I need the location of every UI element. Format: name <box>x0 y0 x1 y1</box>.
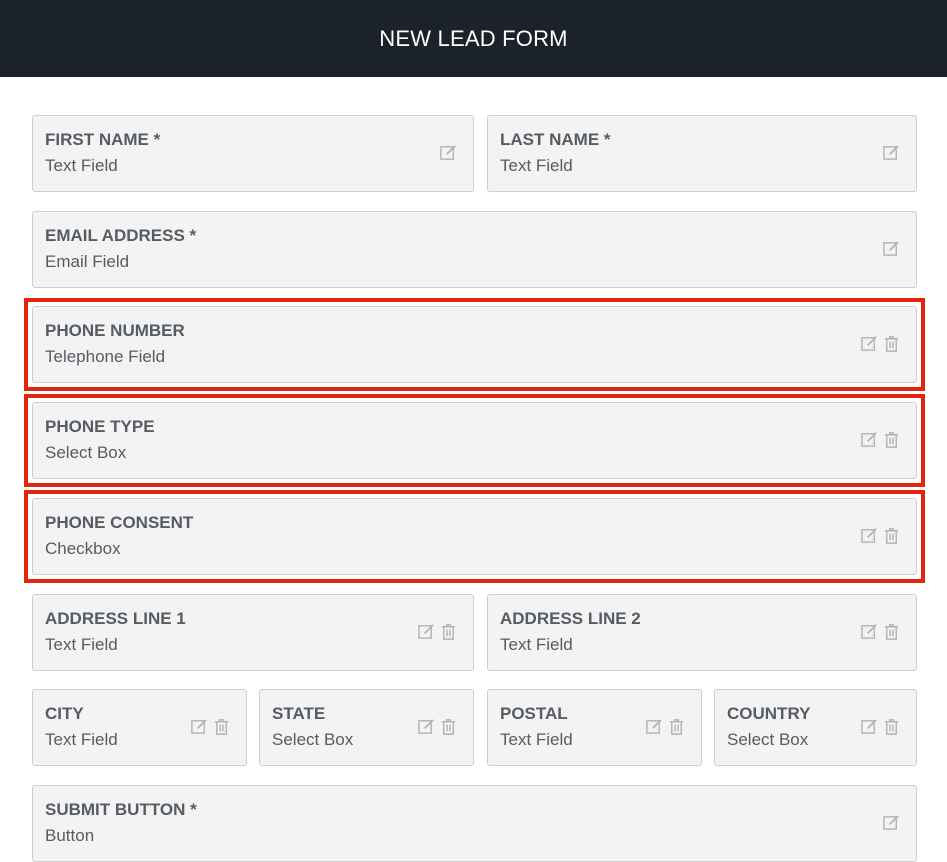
edit-icon[interactable] <box>860 334 879 353</box>
field-type: Checkbox <box>45 539 121 558</box>
edit-icon[interactable] <box>417 622 436 641</box>
field-label: ADDRESS LINE 1 <box>45 609 186 628</box>
field-type: Text Field <box>500 156 573 175</box>
edit-icon[interactable] <box>882 239 901 258</box>
field-type: Text Field <box>45 635 118 654</box>
field-label: POSTAL <box>500 704 568 723</box>
field-submit-button[interactable]: SUBMIT BUTTON * Button <box>32 785 917 862</box>
trash-icon[interactable] <box>439 717 458 736</box>
field-type: Text Field <box>500 635 573 654</box>
field-address-line-2[interactable]: ADDRESS LINE 2 Text Field <box>487 594 917 671</box>
form-header: NEW LEAD FORM <box>0 0 947 77</box>
edit-icon[interactable] <box>645 717 664 736</box>
field-phone-consent[interactable]: PHONE CONSENT Checkbox <box>32 498 917 575</box>
field-state[interactable]: STATE Select Box <box>259 689 474 766</box>
edit-icon[interactable] <box>190 717 209 736</box>
field-label: CITY <box>45 704 84 723</box>
field-last-name[interactable]: LAST NAME * Text Field <box>487 115 917 192</box>
field-label: PHONE CONSENT <box>45 513 194 532</box>
field-type: Text Field <box>45 730 118 749</box>
field-type: Email Field <box>45 252 130 271</box>
edit-icon[interactable] <box>882 813 901 832</box>
field-label: COUNTRY <box>727 704 811 723</box>
field-label: FIRST NAME * <box>45 130 161 149</box>
trash-icon[interactable] <box>882 717 901 736</box>
field-label: LAST NAME * <box>500 130 611 149</box>
trash-icon[interactable] <box>882 430 901 449</box>
field-email-address[interactable]: EMAIL ADDRESS * Email Field <box>32 211 917 288</box>
trash-icon[interactable] <box>882 622 901 641</box>
edit-icon[interactable] <box>860 622 879 641</box>
trash-icon[interactable] <box>667 717 686 736</box>
trash-icon[interactable] <box>882 334 901 353</box>
edit-icon[interactable] <box>882 143 901 162</box>
trash-icon[interactable] <box>439 622 458 641</box>
field-label: PHONE TYPE <box>45 417 155 436</box>
field-type: Select Box <box>272 730 354 749</box>
edit-icon[interactable] <box>417 717 436 736</box>
field-type: Text Field <box>500 730 573 749</box>
trash-icon[interactable] <box>212 717 231 736</box>
trash-icon[interactable] <box>882 526 901 545</box>
field-city[interactable]: CITY Text Field <box>32 689 247 766</box>
field-type: Select Box <box>727 730 809 749</box>
field-phone-type[interactable]: PHONE TYPE Select Box <box>32 402 917 479</box>
field-label: STATE <box>272 704 326 723</box>
field-label: ADDRESS LINE 2 <box>500 609 641 628</box>
field-label: SUBMIT BUTTON * <box>45 800 197 819</box>
field-label: PHONE NUMBER <box>45 321 185 340</box>
field-type: Text Field <box>45 156 118 175</box>
field-country[interactable]: COUNTRY Select Box <box>714 689 917 766</box>
edit-icon[interactable] <box>439 143 458 162</box>
form-title: NEW LEAD FORM <box>379 25 568 51</box>
edit-icon[interactable] <box>860 526 879 545</box>
field-type: Telephone Field <box>45 347 166 366</box>
field-phone-number[interactable]: PHONE NUMBER Telephone Field <box>32 306 917 383</box>
field-address-line-1[interactable]: ADDRESS LINE 1 Text Field <box>32 594 474 671</box>
edit-icon[interactable] <box>860 430 879 449</box>
field-type: Button <box>45 826 95 845</box>
field-type: Select Box <box>45 443 127 462</box>
field-first-name[interactable]: FIRST NAME * Text Field <box>32 115 474 192</box>
edit-icon[interactable] <box>860 717 879 736</box>
field-label: EMAIL ADDRESS * <box>45 226 197 245</box>
field-postal[interactable]: POSTAL Text Field <box>487 689 702 766</box>
